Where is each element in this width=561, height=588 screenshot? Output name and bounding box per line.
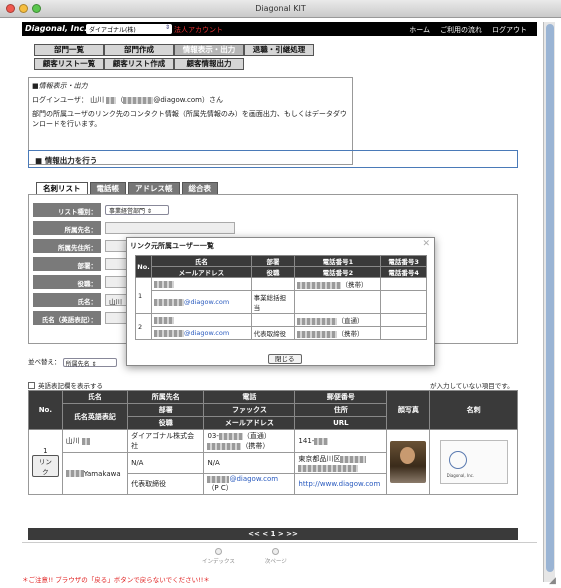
col-dept: 部署 [127, 403, 205, 417]
business-card-image[interactable]: Diagonal, Inc. [439, 440, 508, 484]
popup-close-button[interactable]: 閉じる [268, 354, 302, 364]
address-cell: 東京都品川区 [294, 452, 388, 474]
col-phone: 電話 [203, 390, 296, 404]
table-row: @diagow.com 代表取締役 （携帯） [136, 326, 427, 340]
list-type-select[interactable]: 事業経営部門 ⇕ [105, 205, 169, 215]
company-input[interactable] [105, 222, 235, 234]
english-checkbox[interactable] [28, 381, 35, 389]
col-url: URL [294, 416, 388, 430]
table-row: 1 （携帯） [135, 277, 427, 314]
popup-title: リンク元所属ユーザー一覧 [130, 242, 214, 250]
corp-account-label: 法人アカウント [174, 26, 223, 34]
col-address: 住所 [294, 403, 388, 417]
linked-users-popup: リンク元所属ユーザー一覧 ✕ No. 氏名 部署 電話番号1 電話番号3 メール… [126, 237, 435, 366]
link-button[interactable]: リンク [32, 455, 59, 477]
profile-photo [390, 441, 427, 483]
pagination[interactable]: << < 1 > >> [28, 528, 518, 540]
footer-nav: インデックス 次ページ [202, 548, 287, 565]
email-cell: @diagow.com （P C） [203, 473, 296, 495]
table-row: 1 リンク 山川 ダイアゴナル株式会社 03- （直通） （携帯） 141- Di… [28, 429, 518, 495]
index-icon [214, 548, 222, 555]
menu-info-output[interactable]: 情報表示・出力 [174, 44, 244, 56]
phone-cell: 03- （直通） （携帯） [203, 429, 296, 453]
company-logo-icon [448, 451, 467, 469]
menu-customer-list-create[interactable]: 顧客リスト作成 [104, 58, 174, 70]
col-company: 所属先名 [127, 390, 205, 404]
vertical-scrollbar[interactable] [543, 22, 555, 582]
sort-row: 並べ替え： 所属先名 ⇕ [28, 356, 117, 368]
footer-divider [22, 542, 537, 543]
english-toggle-row: 英語表記欄を表示する [28, 380, 103, 390]
logout-link[interactable]: ログアウト [492, 25, 527, 35]
top-links: ホーム ご利用の流れ ログアウト [409, 25, 527, 35]
window-titlebar: Diagonal KIT [0, 0, 561, 18]
title-cell: 代表取締役 [127, 473, 205, 495]
resize-grip-icon[interactable]: ◢ [549, 576, 559, 586]
url-cell: http://www.diagow.com [294, 473, 388, 495]
menu-dept-list[interactable]: 部門一覧 [34, 44, 104, 56]
col-fax: ファックス [203, 403, 296, 417]
menu-dept-create[interactable]: 部門作成 [104, 44, 174, 56]
col-email: メールアドレス [203, 416, 296, 430]
col-name-en: 氏名英語表記 [61, 403, 129, 430]
menu-retire-transfer[interactable]: 退職・引継処理 [244, 44, 314, 56]
section-header: ■ 情報出力を行う [28, 150, 518, 168]
home-link[interactable]: ホーム [409, 25, 430, 35]
menu-customer-info-output[interactable]: 顧客情報出力 [174, 58, 244, 70]
table-row: 2 （直通） [135, 313, 427, 340]
close-icon[interactable]: ✕ [422, 239, 430, 249]
account-select-value: ダイアゴナル(株) [89, 27, 136, 34]
next-page-nav[interactable]: 次ページ [265, 548, 287, 565]
login-user: ログインユーザ： 山川 （@diagow.com）さん [32, 96, 224, 104]
menu-customer-list[interactable]: 顧客リスト一覧 [34, 58, 104, 70]
col-photo: 顔写真 [386, 390, 431, 430]
info-description: 部門の所属ユーザのリンク先のコンタクト情報（所属先情報のみ）を画面出力、もしくは… [32, 110, 347, 128]
usage-guide-link[interactable]: ご利用の流れ [440, 25, 482, 35]
col-no: No. [28, 390, 63, 430]
col-card: 名刺 [429, 390, 518, 430]
zip-cell: 141- [294, 429, 388, 453]
scrollbar-thumb[interactable] [546, 24, 554, 572]
col-title: 役職 [127, 416, 205, 430]
empty-field-note: が入力していない項目です。 [430, 382, 514, 390]
window-title: Diagonal KIT [255, 4, 306, 13]
index-nav[interactable]: インデックス [202, 548, 235, 565]
info-title: ■情報表示・出力 [32, 82, 88, 90]
app-header: Diagonal, Inc. ダイアゴナル(株) ⇕ 法人アカウント ホーム ご… [22, 22, 537, 36]
next-page-icon [272, 548, 280, 555]
sort-select[interactable]: 所属先名 ⇕ [62, 357, 117, 368]
back-button-warning: ＊ご注意!! ブラウザの「戻る」ボタンで戻らないでください!!＊ [22, 576, 210, 584]
results-table: No. 氏名 所属先名 電話 郵便番号 顔写真 名刺 氏名英語表記 部署 ファッ… [28, 390, 518, 495]
popup-table: No. 氏名 部署 電話番号1 電話番号3 メールアドレス 役職 電話番号2 電… [135, 255, 427, 340]
fax-cell: N/A [203, 452, 296, 474]
account-select[interactable]: ダイアゴナル(株) ⇕ [86, 24, 172, 34]
table-row: @diagow.com 事業総括担当 [136, 290, 427, 314]
dept-cell: N/A [127, 452, 205, 474]
company-cell: ダイアゴナル株式会社 [127, 429, 205, 453]
brand-logo: Diagonal, Inc. [25, 24, 88, 33]
col-zip: 郵便番号 [294, 390, 388, 404]
col-name: 氏名 [61, 390, 129, 404]
chevron-down-icon: ⇕ [164, 24, 170, 31]
